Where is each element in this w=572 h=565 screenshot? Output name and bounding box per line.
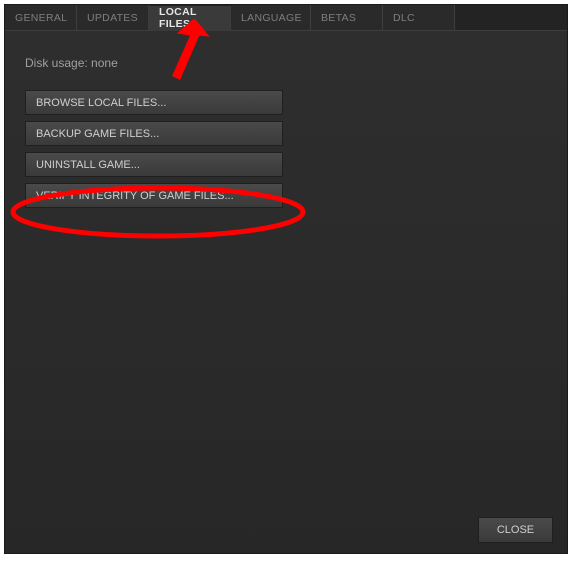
tab-general[interactable]: GENERAL	[5, 5, 77, 30]
disk-usage-label: Disk usage: none	[25, 56, 547, 70]
tab-language[interactable]: LANGUAGE	[231, 5, 311, 30]
tab-content-local-files: Disk usage: none BROWSE LOCAL FILES... B…	[5, 32, 567, 553]
dialog-footer: CLOSE	[478, 517, 553, 543]
tab-dlc[interactable]: DLC	[383, 5, 455, 30]
disk-usage-text: Disk usage:	[25, 56, 88, 70]
tab-betas[interactable]: BETAS	[311, 5, 383, 30]
disk-usage-value: none	[91, 56, 118, 70]
tab-bar: GENERAL UPDATES LOCAL FILES LANGUAGE BET…	[5, 5, 567, 31]
local-files-button-column: BROWSE LOCAL FILES... BACKUP GAME FILES.…	[25, 90, 283, 208]
properties-window: GENERAL UPDATES LOCAL FILES LANGUAGE BET…	[4, 4, 568, 554]
backup-game-files-button[interactable]: BACKUP GAME FILES...	[25, 121, 283, 146]
tab-updates[interactable]: UPDATES	[77, 5, 149, 30]
close-button[interactable]: CLOSE	[478, 517, 553, 543]
tab-local-files[interactable]: LOCAL FILES	[149, 6, 231, 31]
verify-integrity-button[interactable]: VERIFY INTEGRITY OF GAME FILES...	[25, 183, 283, 208]
browse-local-files-button[interactable]: BROWSE LOCAL FILES...	[25, 90, 283, 115]
uninstall-game-button[interactable]: UNINSTALL GAME...	[25, 152, 283, 177]
